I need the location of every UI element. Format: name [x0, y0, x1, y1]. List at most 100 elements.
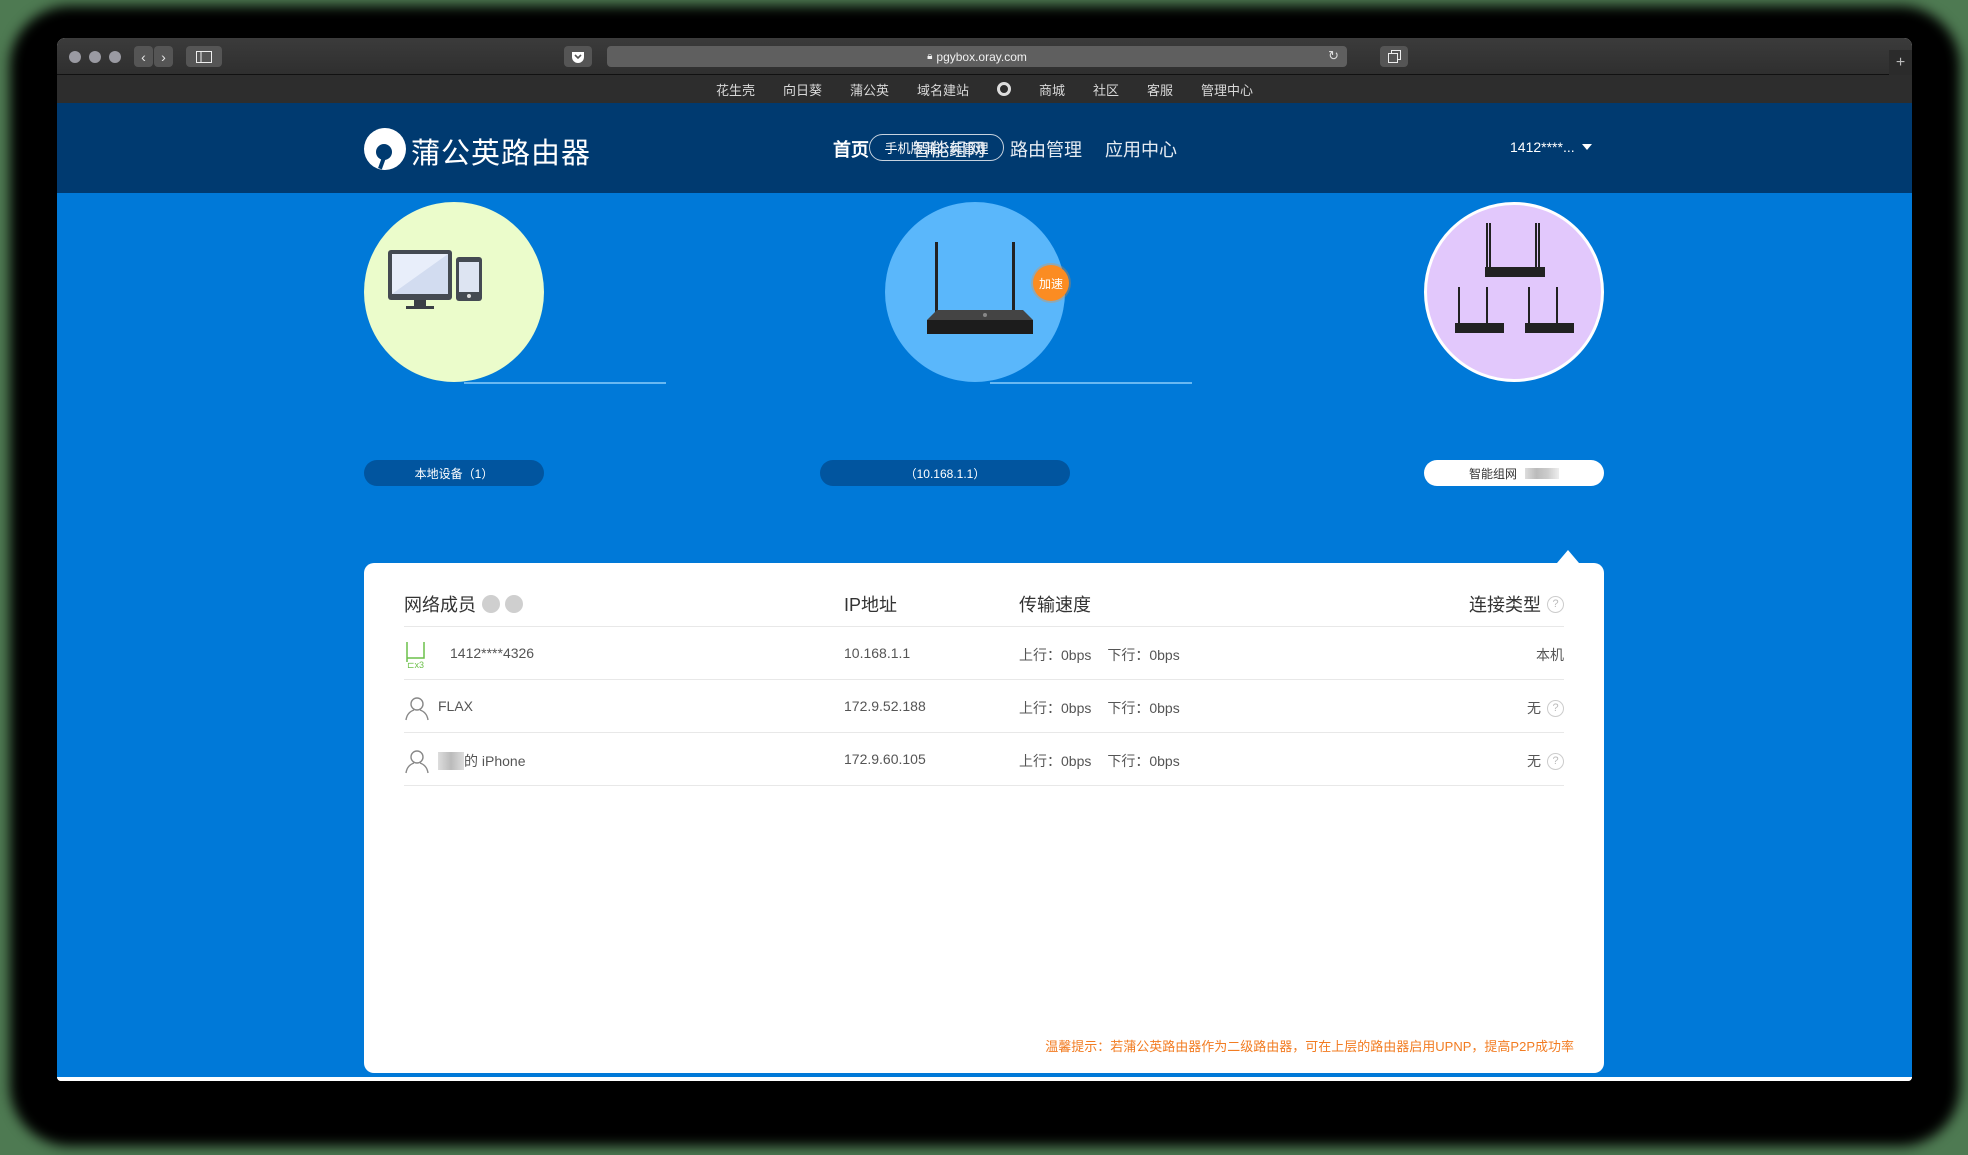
member-name-cell: 的 iPhone: [438, 751, 525, 771]
connection-type: 无?: [1527, 751, 1564, 771]
header-speed: 传输速度: [1019, 595, 1091, 615]
local-devices-node[interactable]: [364, 202, 544, 382]
member-name: FLAX: [438, 698, 474, 714]
devices-icon: [388, 250, 482, 309]
site-header: 蒲公英路由器 手机版蒲公英管理 首页 智能组网 路由管理 应用中心 1412**…: [57, 103, 1912, 193]
window-bottom-strip: [57, 1077, 1912, 1081]
header-members-text: 网络成员: [404, 595, 476, 615]
new-tab-button[interactable]: +: [1889, 50, 1912, 75]
member-name: 1412****4326: [450, 645, 535, 661]
bookmark-pugongying[interactable]: 蒲公英: [836, 80, 903, 99]
header-ip: IP地址: [844, 595, 898, 615]
oray-ring-icon[interactable]: [997, 82, 1011, 96]
members-table-header: 网络成员 IP地址 传输速度 连接类型 ?: [404, 579, 1564, 627]
router-ip-text: （10.168.1.1）: [904, 466, 986, 481]
bookmark-admin-center[interactable]: 管理中心: [1187, 80, 1267, 99]
pocket-icon: [572, 51, 584, 63]
user-menu[interactable]: 1412****...: [1510, 139, 1592, 155]
member-speed: 上行：0bps 下行：0bps: [1019, 751, 1180, 771]
member-ip: 10.168.1.1: [844, 645, 911, 661]
upnp-tip: 温馨提示：若蒲公英路由器作为二级路由器，可在上层的路由器启用UPNP，提高P2P…: [1045, 1039, 1574, 1054]
member-speed: 上行：0bps 下行：0bps: [1019, 645, 1180, 665]
header-connection-type-text: 连接类型: [1469, 595, 1541, 615]
bookmark-store[interactable]: 商城: [1025, 80, 1079, 99]
router-ip-label[interactable]: （10.168.1.1）: [820, 460, 1070, 486]
upload-speed: 上行：0bps: [1019, 753, 1092, 769]
smart-network-text: 智能组网: [1468, 466, 1517, 481]
connection-type-text: 本机: [1536, 647, 1564, 663]
local-devices-text: 本地设备（1）: [414, 466, 494, 481]
pgy-logo-icon[interactable]: [363, 127, 407, 171]
router-x3-icon: ⊏x3: [406, 642, 425, 670]
lock-icon: 🔒︎: [927, 51, 933, 62]
help-icon[interactable]: ?: [1547, 595, 1564, 613]
reload-icon[interactable]: ↻: [1328, 48, 1339, 64]
help-icon[interactable]: ?: [1547, 699, 1564, 717]
url-text: pgybox.oray.com: [936, 49, 1027, 64]
browser-titlebar: ‹ › 🔒︎ pgybox.oray.com ↻ +: [57, 38, 1912, 75]
chevron-right-icon: ›: [161, 48, 166, 65]
pocket-button[interactable]: [564, 46, 592, 67]
bookmark-xiangrikui[interactable]: 向日葵: [769, 80, 836, 99]
user-filter-icon[interactable]: [505, 595, 523, 613]
close-window-button[interactable]: [69, 51, 81, 63]
nav-home[interactable]: 首页: [833, 136, 869, 162]
help-icon[interactable]: ?: [1547, 752, 1564, 770]
local-devices-label[interactable]: 本地设备（1）: [364, 460, 544, 486]
smart-network-label[interactable]: 智能组网: [1424, 460, 1604, 486]
back-button[interactable]: ‹: [134, 46, 153, 67]
connector-line-left: [464, 382, 666, 384]
connection-type-text: 无: [1527, 700, 1541, 716]
brand-name[interactable]: 蒲公英路由器: [411, 130, 591, 172]
bookmarks-bar: 花生壳 向日葵 蒲公英 域名建站 商城 社区 客服 管理中心: [57, 75, 1912, 103]
bookmark-huashengke[interactable]: 花生壳: [702, 80, 769, 99]
svg-text:⊏x3: ⊏x3: [407, 660, 424, 670]
upload-speed: 上行：0bps: [1019, 700, 1092, 716]
address-bar[interactable]: 🔒︎ pgybox.oray.com ↻: [607, 46, 1347, 67]
bookmark-domain[interactable]: 域名建站: [903, 80, 983, 99]
upload-speed: 上行：0bps: [1019, 647, 1092, 663]
zoom-window-button[interactable]: [109, 51, 121, 63]
member-speed: 上行：0bps 下行：0bps: [1019, 698, 1180, 718]
router-filter-icon[interactable]: [482, 595, 500, 613]
header-members: 网络成员: [404, 591, 523, 617]
mesh-routers-icon: [1455, 223, 1574, 333]
main-area: 加速 本地设备（1） （10.168.1.1） 智能组网 网络成员 IP地址 传…: [57, 193, 1912, 1077]
connector-line-right: [990, 382, 1192, 384]
connection-type-text: 无: [1527, 753, 1541, 769]
sidebar-toggle-button[interactable]: [186, 46, 222, 67]
members-panel: 网络成员 IP地址 传输速度 连接类型 ? ⊏x3 1412****4326 1…: [364, 563, 1604, 1073]
user-icon: [405, 750, 429, 774]
bookmark-support[interactable]: 客服: [1133, 80, 1187, 99]
user-icon: [405, 697, 429, 721]
nav-smart-networking[interactable]: 智能组网: [913, 136, 985, 162]
redacted-network-name: [1525, 467, 1559, 479]
selection-pointer: [1557, 550, 1579, 563]
member-name: 的 iPhone: [464, 753, 526, 769]
connection-type: 无?: [1527, 698, 1564, 718]
table-row[interactable]: 的 iPhone 172.9.60.105 上行：0bps 下行：0bps 无?: [404, 734, 1564, 786]
tabs-overview-button[interactable]: [1380, 46, 1408, 67]
tabs-icon: [1387, 50, 1401, 63]
download-speed: 下行：0bps: [1107, 700, 1180, 716]
member-ip: 172.9.52.188: [844, 698, 926, 714]
nav-app-center[interactable]: 应用中心: [1105, 136, 1177, 162]
nav-router-management[interactable]: 路由管理: [1010, 136, 1082, 162]
table-row[interactable]: ⊏x3 1412****4326 10.168.1.1 上行：0bps 下行：0b…: [404, 628, 1564, 680]
minimize-window-button[interactable]: [89, 51, 101, 63]
connection-type: 本机: [1536, 645, 1564, 665]
boost-badge[interactable]: 加速: [1033, 265, 1069, 301]
download-speed: 下行：0bps: [1107, 647, 1180, 663]
smart-network-node[interactable]: [1424, 202, 1604, 382]
chevron-left-icon: ‹: [141, 48, 146, 65]
forward-button[interactable]: ›: [154, 46, 173, 67]
download-speed: 下行：0bps: [1107, 753, 1180, 769]
sidebar-icon: [196, 50, 212, 63]
redacted-owner-name: [438, 752, 464, 770]
member-ip: 172.9.60.105: [844, 751, 926, 767]
user-account: 1412****...: [1510, 139, 1575, 155]
table-row[interactable]: FLAX 172.9.52.188 上行：0bps 下行：0bps 无?: [404, 681, 1564, 733]
bookmark-community[interactable]: 社区: [1079, 80, 1133, 99]
header-connection-type: 连接类型 ?: [1469, 591, 1564, 617]
browser-window: ‹ › 🔒︎ pgybox.oray.com ↻ + 花生壳 向日葵 蒲公英 域…: [57, 38, 1912, 1081]
